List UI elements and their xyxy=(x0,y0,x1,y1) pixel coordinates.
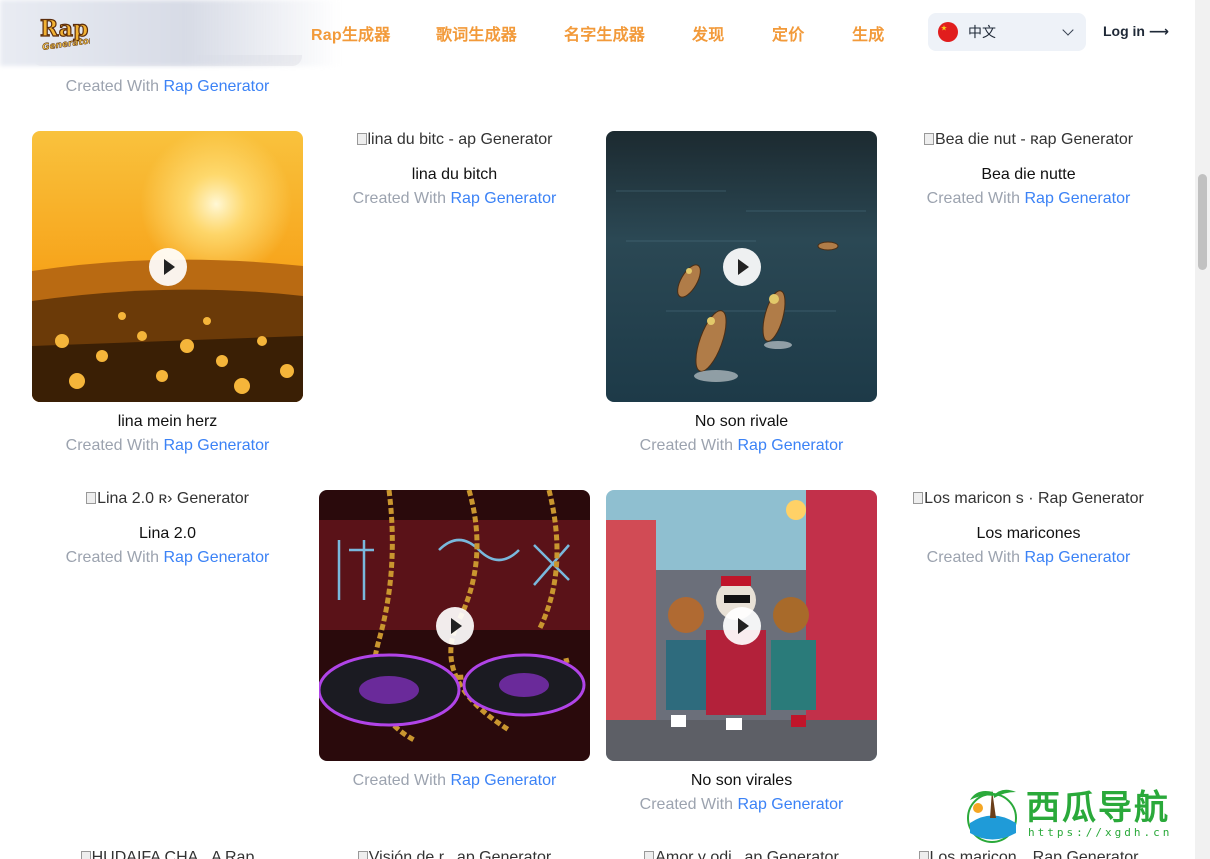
credit-prefix: Created With xyxy=(926,190,1021,207)
play-button[interactable] xyxy=(148,247,187,286)
song-card[interactable]: lina du bitc - ap Generator lina du bitc… xyxy=(319,131,590,211)
watermark-logo-icon xyxy=(967,789,1017,843)
image-alt-text: HUDAIFA CHA A Rap xyxy=(91,849,255,859)
scrollbar-track[interactable] xyxy=(1195,0,1210,859)
broken-image[interactable]: Amor y odi ap Generator xyxy=(606,849,877,859)
credit-link[interactable]: Rap Generator xyxy=(1024,190,1130,207)
nav-generate[interactable]: 生成 xyxy=(852,0,884,66)
card-credit: Created With Rap Generator xyxy=(32,434,303,458)
broken-image-icon xyxy=(913,492,924,504)
song-card[interactable]: Lina 2.0 ʀ› Generator Lina 2.0 Created W… xyxy=(32,490,303,570)
credit-prefix: Created With xyxy=(352,772,447,789)
image-alt-text: Visión de r ap Generator xyxy=(368,849,552,859)
credit-prefix: Created With xyxy=(65,78,160,95)
song-cover-image[interactable] xyxy=(606,490,877,761)
song-card[interactable]: Bea die nut - ʀap Generator Bea die nutt… xyxy=(893,131,1164,211)
song-card[interactable]: lina mein herz Created With Rap Generato… xyxy=(32,131,303,458)
rap-generator-logo[interactable]: Rap Generator xyxy=(38,12,94,53)
login-link[interactable]: Log in ⟶ xyxy=(1103,23,1169,40)
nav-lyrics-generator[interactable]: 歌词生成器 xyxy=(436,0,517,66)
song-title: No son virales xyxy=(690,772,793,789)
image-alt-text: Los maricon Rap Generator xyxy=(929,849,1139,859)
card-credit: Created With Rap Generator xyxy=(893,546,1164,570)
nav-discover[interactable]: 发现 xyxy=(692,0,724,66)
nav-name-generator[interactable]: 名字生成器 xyxy=(564,0,645,66)
language-label: 中文 xyxy=(968,24,996,40)
song-cover-image[interactable] xyxy=(32,131,303,402)
song-title: No son rivale xyxy=(694,413,789,430)
credit-link[interactable]: Rap Generator xyxy=(737,796,843,813)
song-cover-image[interactable] xyxy=(606,131,877,402)
card-credit: Created With Rap Generator xyxy=(32,546,303,570)
play-button[interactable] xyxy=(722,247,761,286)
credit-link[interactable]: Rap Generator xyxy=(1024,549,1130,566)
language-select[interactable]: 中文 xyxy=(928,13,1086,51)
song-card[interactable]: Los maricon s · Rap Generator Los marico… xyxy=(893,490,1164,570)
song-title: lina du bitch xyxy=(411,166,498,183)
broken-image[interactable]: Los maricon Rap Generator xyxy=(893,849,1164,859)
credit-prefix: Created With xyxy=(65,549,160,566)
nav-pricing[interactable]: 定价 xyxy=(772,0,804,66)
play-button[interactable] xyxy=(722,606,761,645)
broken-image[interactable]: Los maricon s · Rap Generator xyxy=(893,490,1164,514)
song-card[interactable]: No son virales Created With Rap Generato… xyxy=(606,490,877,817)
broken-image-icon xyxy=(923,133,934,145)
song-title: Bea die nutte xyxy=(981,166,1076,183)
song-title: Los maricones xyxy=(976,525,1081,542)
song-card[interactable]: Created With Rap Generator xyxy=(319,490,590,793)
login-label: Log in xyxy=(1103,23,1145,39)
china-flag-icon xyxy=(938,22,958,42)
broken-image-icon xyxy=(356,133,367,145)
credit-link[interactable]: Rap Generator xyxy=(737,437,843,454)
broken-image-icon xyxy=(644,851,655,859)
site-header: Rap Generator Rap生成器 歌词生成器 名字生成器 发现 定价 生… xyxy=(0,0,1195,66)
watermark-url: https://xgdh.cn xyxy=(1028,826,1173,839)
watermark: 西瓜导航 https://xgdh.cn xyxy=(962,778,1192,848)
image-alt-text: lina du bitc - ap Generator xyxy=(367,131,553,148)
card-credit: Created With Rap Generator xyxy=(606,434,877,458)
broken-image[interactable]: Bea die nut - ʀap Generator xyxy=(893,131,1164,155)
credit-link[interactable]: Rap Generator xyxy=(163,549,269,566)
image-alt-text: Lina 2.0 ʀ› Generator xyxy=(97,490,249,507)
credit-prefix: Created With xyxy=(639,796,734,813)
broken-image-icon xyxy=(357,851,368,859)
broken-image[interactable]: Lina 2.0 ʀ› Generator xyxy=(32,490,303,514)
play-button[interactable] xyxy=(435,606,474,645)
card-credit: Created With Rap Generator xyxy=(319,187,590,211)
card-credit: Created With Rap Generator xyxy=(319,769,590,793)
card-credit: Created With Rap Generator xyxy=(32,75,303,99)
credit-prefix: Created With xyxy=(65,437,160,454)
arrow-right-icon: ⟶ xyxy=(1148,23,1169,39)
broken-image-icon xyxy=(918,851,929,859)
broken-image[interactable]: HUDAIFA CHA A Rap xyxy=(32,849,303,859)
image-alt-text: Bea die nut - ʀap Generator xyxy=(934,131,1134,148)
scrollbar-thumb[interactable] xyxy=(1198,174,1207,270)
broken-image-icon xyxy=(80,851,91,859)
credit-prefix: Created With xyxy=(926,549,1021,566)
song-card[interactable]: No son rivale Created With Rap Generator xyxy=(606,131,877,458)
card-credit: Created With Rap Generator xyxy=(606,793,877,817)
broken-image[interactable]: Visión de r ap Generator xyxy=(319,849,590,859)
chevron-down-icon xyxy=(1062,24,1074,36)
image-alt-text: Amor y odi ap Generator xyxy=(655,849,839,859)
broken-image-icon xyxy=(86,492,97,504)
song-title: lina mein herz xyxy=(117,413,218,430)
broken-image[interactable]: lina du bitc - ap Generator xyxy=(319,131,590,155)
credit-link[interactable]: Rap Generator xyxy=(450,190,556,207)
song-cover-image[interactable] xyxy=(319,490,590,761)
watermark-text: 西瓜导航 xyxy=(1026,788,1170,828)
song-title: Lina 2.0 xyxy=(139,525,196,542)
credit-link[interactable]: Rap Generator xyxy=(450,772,556,789)
nav-rap-generator[interactable]: Rap生成器 xyxy=(311,0,390,66)
credit-prefix: Created With xyxy=(352,190,447,207)
credit-prefix: Created With xyxy=(639,437,734,454)
card-credit: Created With Rap Generator xyxy=(893,187,1164,211)
image-alt-text: Los maricon s · Rap Generator xyxy=(924,490,1144,507)
credit-link[interactable]: Rap Generator xyxy=(163,78,269,95)
credit-link[interactable]: Rap Generator xyxy=(163,437,269,454)
